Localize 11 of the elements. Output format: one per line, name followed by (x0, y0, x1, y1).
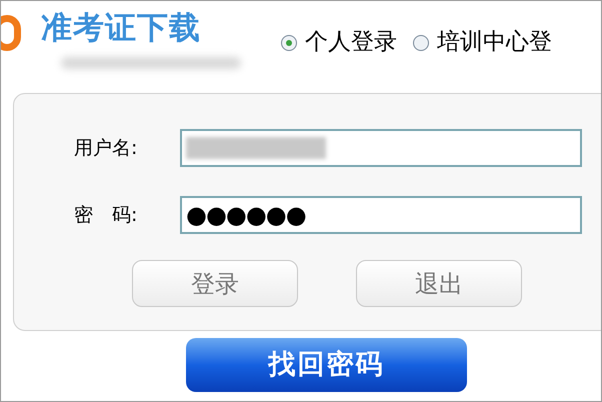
field-label: 用户名: (74, 136, 138, 160)
field-label: 密 码: (74, 203, 138, 227)
password-dots: ●●●●●● (186, 203, 306, 227)
login-button[interactable]: 登录 (132, 260, 298, 307)
exit-button[interactable]: 退出 (356, 260, 522, 307)
page-title: 准考证下载 (41, 9, 202, 48)
radio-option[interactable]: 个人登录 (281, 31, 397, 54)
recover-password-button[interactable]: 找回密码 (186, 338, 467, 392)
username-field[interactable] (180, 129, 582, 167)
radio-option[interactable]: 培训中心登 (413, 31, 552, 54)
password-field[interactable]: ●●●●●● (180, 196, 582, 234)
